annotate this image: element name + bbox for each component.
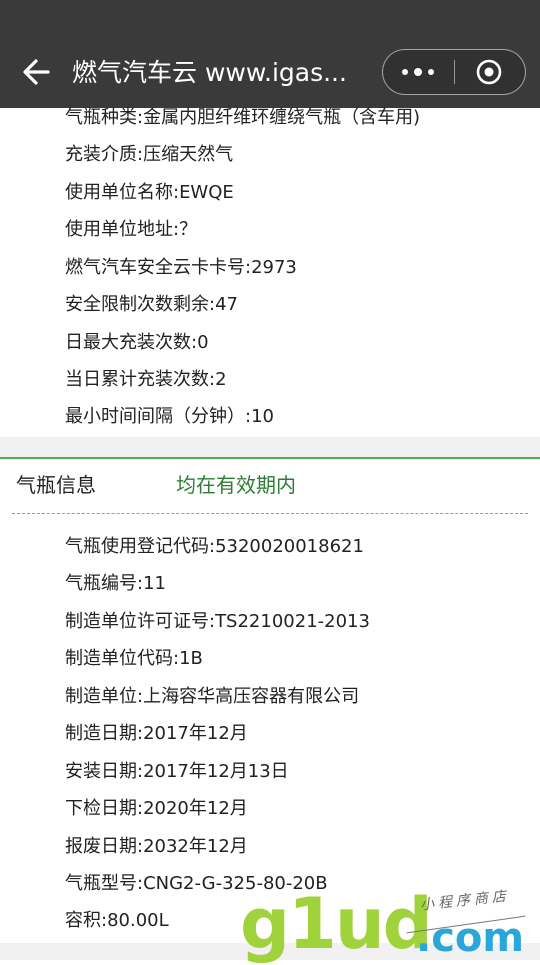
page-title: 燃气汽车云 www.igas... bbox=[72, 58, 347, 87]
dashed-divider bbox=[12, 513, 528, 514]
watermark-brand: g1ud bbox=[240, 883, 433, 965]
cyl-row-maker: 制造单位:上海容华高压容器有限公司 bbox=[65, 686, 360, 707]
cyl-row-registration-code: 气瓶使用登记代码:5320020018621 bbox=[65, 536, 364, 557]
close-miniprogram-icon[interactable] bbox=[475, 58, 503, 86]
info-row-remaining-count: 安全限制次数剩余:47 bbox=[65, 294, 238, 315]
info-row-user-address: 使用单位地址:？ bbox=[65, 219, 198, 240]
cyl-row-license: 制造单位许可证号:TS2210021-2013 bbox=[65, 611, 370, 632]
section-separator bbox=[0, 437, 540, 457]
back-arrow-icon[interactable] bbox=[18, 53, 56, 91]
menu-capsule bbox=[382, 49, 526, 95]
cyl-row-scrap-date: 报废日期:2032年12月 bbox=[65, 836, 248, 857]
info-row-daily-max: 日最大充装次数:0 bbox=[65, 332, 209, 353]
watermark: g1ud .com 小程序商店 bbox=[240, 888, 540, 960]
cyl-row-maker-code: 制造单位代码:1B bbox=[65, 648, 203, 669]
cyl-row-volume: 容积:80.00L bbox=[65, 910, 169, 931]
capsule-divider bbox=[454, 60, 455, 84]
more-options-button[interactable] bbox=[383, 50, 453, 94]
info-row-card-number: 燃气汽车安全云卡卡号:2973 bbox=[65, 257, 297, 278]
cyl-row-number: 气瓶编号:11 bbox=[65, 573, 166, 594]
cylinder-info-heading: 气瓶信息 bbox=[16, 473, 96, 497]
info-row-min-interval: 最小时间间隔（分钟）:10 bbox=[65, 406, 274, 427]
navbar: 燃气汽车云 www.igas... bbox=[0, 0, 540, 108]
info-row-user-name: 使用单位名称:EWQE bbox=[65, 182, 234, 203]
validity-status: 均在有效期内 bbox=[176, 473, 296, 497]
cyl-row-install-date: 安装日期:2017年12月13日 bbox=[65, 761, 289, 782]
info-row-medium: 充装介质:压缩天然气 bbox=[65, 144, 234, 165]
section-accent-line bbox=[0, 457, 540, 459]
more-icon bbox=[402, 69, 408, 75]
info-row-daily-total: 当日累计充装次数:2 bbox=[65, 369, 227, 390]
info-row-cylinder-type: 气瓶种类:金属内胆纤维环缠绕气瓶（含车用) bbox=[65, 107, 421, 128]
watermark-tagline: 小程序商店 bbox=[419, 888, 511, 914]
cyl-row-manufacture-date: 制造日期:2017年12月 bbox=[65, 723, 248, 744]
cyl-row-next-inspection: 下检日期:2020年12月 bbox=[65, 798, 248, 819]
